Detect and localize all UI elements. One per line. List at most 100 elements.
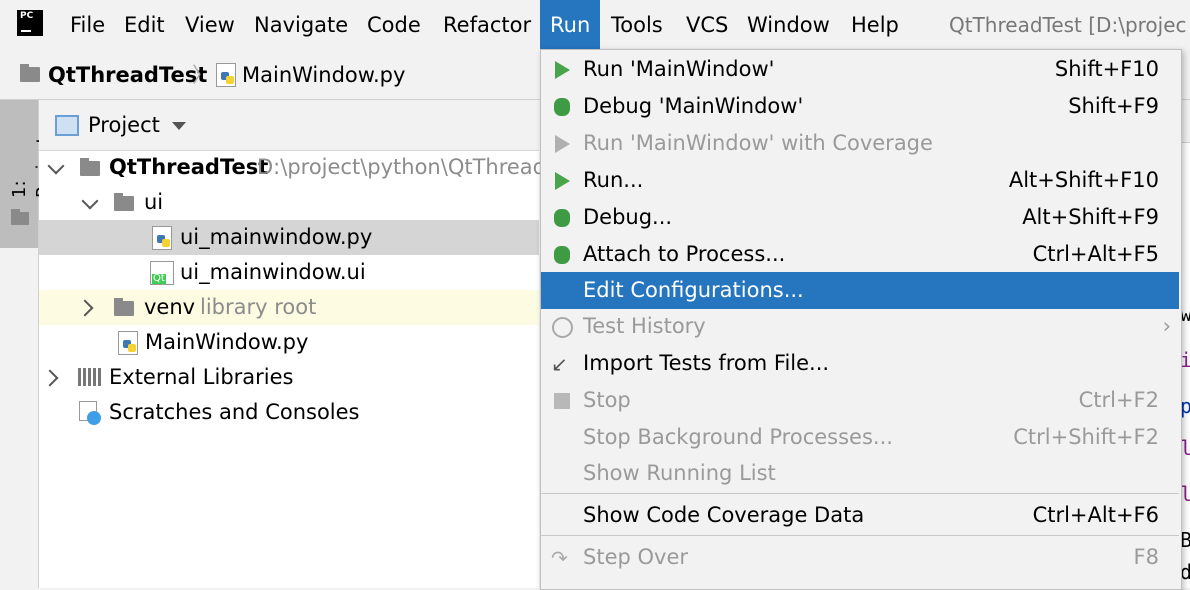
menu-item-label: Step Over [583, 545, 688, 569]
root-name: QtThreadTest [109, 155, 269, 179]
menu-item-label: Debug... [583, 205, 673, 229]
qt-file-icon: Qt [150, 261, 174, 285]
menu-edit[interactable]: Edit [124, 0, 165, 49]
pycharm-logo-icon: PC [17, 10, 43, 36]
chevron-right-icon[interactable] [41, 369, 59, 387]
menu-separator [541, 535, 1179, 536]
menu-item-shortcut: Ctrl+Alt+F5 [1032, 242, 1159, 266]
tree-item-external-libraries[interactable]: External Libraries [39, 360, 539, 395]
menu-item-label: Attach to Process... [583, 242, 786, 266]
folder-icon [11, 209, 29, 225]
menu-item-debug-mainwindow[interactable]: Debug 'MainWindow' Shift+F9 [541, 88, 1179, 125]
menu-item-shortcut: Shift+F9 [1068, 94, 1159, 118]
menu-refactor[interactable]: Refactor [443, 0, 531, 49]
menu-item-shortcut: Alt+Shift+F9 [1022, 205, 1159, 229]
menu-help[interactable]: Help [851, 0, 899, 49]
menu-separator [541, 493, 1179, 494]
menu-view[interactable]: View [185, 0, 235, 49]
venv-note: library root [200, 295, 317, 319]
menu-item-show-coverage[interactable]: Show Code Coverage Data Ctrl+Alt+F6 [541, 497, 1179, 534]
menu-item-shortcut: F8 [1133, 545, 1159, 569]
menu-item-label: Import Tests from File... [583, 351, 830, 375]
menu-item-debug[interactable]: Debug... Alt+Shift+F9 [541, 199, 1179, 236]
tree-item-label: ui [144, 190, 164, 214]
project-view-title[interactable]: Project [88, 100, 160, 150]
menu-item-stop-background[interactable]: Stop Background Processes... Ctrl+Shift+… [541, 419, 1179, 456]
debug-icon [551, 96, 573, 118]
menu-item-test-history[interactable]: Test History › [541, 308, 1179, 345]
menu-run[interactable]: Run [540, 0, 601, 49]
tree-item-ui-mainwindow-ui[interactable]: Qt ui_mainwindow.ui [39, 255, 539, 290]
menu-item-show-running-list[interactable]: Show Running List [541, 455, 1179, 492]
tree-item-mainwindow-py[interactable]: MainWindow.py [39, 325, 539, 360]
chevron-right-icon[interactable] [76, 299, 94, 317]
tree-item-label: MainWindow.py [145, 330, 309, 354]
menu-item-edit-configurations[interactable]: Edit Configurations... [541, 272, 1179, 309]
folder-icon [114, 193, 134, 211]
menu-item-label: Stop Background Processes... [583, 425, 893, 449]
breadcrumb-project[interactable]: QtThreadTest [48, 51, 207, 99]
step-over-icon: ↷ [551, 546, 568, 570]
menu-tools[interactable]: Tools [611, 0, 663, 49]
menu-item-label: Stop [583, 388, 631, 412]
stop-icon [551, 390, 573, 412]
menu-item-shortcut: Shift+F10 [1054, 57, 1159, 81]
clock-icon [87, 411, 101, 425]
menu-item-shortcut: Ctrl+Alt+F6 [1032, 503, 1159, 527]
chevron-down-icon[interactable] [47, 157, 65, 175]
menu-window[interactable]: Window [747, 0, 830, 49]
import-icon: ↙ [551, 352, 568, 376]
folder-icon [114, 298, 134, 316]
menu-item-attach-to-process[interactable]: Attach to Process... Ctrl+Alt+F5 [541, 236, 1179, 273]
tree-item-label: ui_mainwindow.ui [180, 260, 366, 284]
run-icon [551, 170, 573, 192]
python-file-icon [118, 331, 138, 355]
chevron-down-icon[interactable] [172, 122, 186, 130]
tree-item-ui-mainwindow-py[interactable]: ui_mainwindow.py [39, 220, 539, 255]
submenu-arrow-icon: › [1162, 314, 1171, 338]
tree-item-label: External Libraries [109, 365, 294, 389]
window-title: QtThreadTest [D:\projec [949, 13, 1187, 37]
folder-icon [80, 158, 100, 176]
breadcrumb-separator-icon: 〉 [192, 63, 213, 87]
python-file-icon [216, 63, 236, 87]
menu-vcs[interactable]: VCS [686, 0, 728, 49]
menu-item-stop[interactable]: Stop Ctrl+F2 [541, 382, 1179, 419]
project-tool-label: 1: Project [9, 136, 54, 198]
tree-item-venv[interactable]: venv library root [39, 290, 539, 325]
menu-item-run-with-coverage[interactable]: Run 'MainWindow' with Coverage [541, 125, 1179, 162]
menu-item-label: Debug 'MainWindow' [583, 94, 804, 118]
menu-item-run[interactable]: Run... Alt+Shift+F10 [541, 162, 1179, 199]
menu-item-shortcut: Ctrl+F2 [1078, 388, 1159, 412]
menu-item-label: Show Code Coverage Data [583, 503, 865, 527]
run-icon [551, 59, 573, 81]
tree-item-label: Scratches and Consoles [109, 400, 360, 424]
menu-item-step-over[interactable]: ↷ Step Over F8 [541, 539, 1179, 576]
debug-icon [551, 207, 573, 229]
menu-navigate[interactable]: Navigate [254, 0, 348, 49]
chevron-down-icon[interactable] [81, 192, 99, 210]
menu-item-label: Run... [583, 168, 644, 192]
breadcrumb-file[interactable]: MainWindow.py [242, 51, 405, 99]
root-path: D:\project\python\QtThread [257, 155, 547, 179]
clock-icon [551, 316, 573, 338]
menu-code[interactable]: Code [367, 0, 421, 49]
tree-root[interactable]: QtThreadTest D:\project\python\QtThread [39, 150, 546, 185]
tree-item-label: ui_mainwindow.py [180, 225, 373, 249]
tree-item-label: venv [144, 295, 196, 319]
library-icon [78, 368, 102, 386]
menu-item-run-mainwindow[interactable]: Run 'MainWindow' Shift+F10 [541, 51, 1179, 88]
menu-item-import-tests[interactable]: ↙ Import Tests from File... [541, 345, 1179, 382]
menu-item-label: Run 'MainWindow' with Coverage [583, 131, 933, 155]
tree-item-ui[interactable]: ui [39, 185, 539, 220]
menu-item-label: Edit Configurations... [583, 278, 804, 302]
tree-item-scratches[interactable]: Scratches and Consoles [39, 395, 539, 430]
menu-file[interactable]: File [70, 0, 105, 49]
menu-item-label: Test History [583, 314, 706, 338]
attach-debugger-icon [551, 244, 573, 266]
menu-item-shortcut: Alt+Shift+F10 [1008, 168, 1159, 192]
folder-icon [20, 64, 40, 82]
menu-item-shortcut: Ctrl+Shift+F2 [1013, 425, 1159, 449]
menu-item-label: Show Running List [583, 461, 776, 485]
python-file-icon [152, 226, 172, 250]
